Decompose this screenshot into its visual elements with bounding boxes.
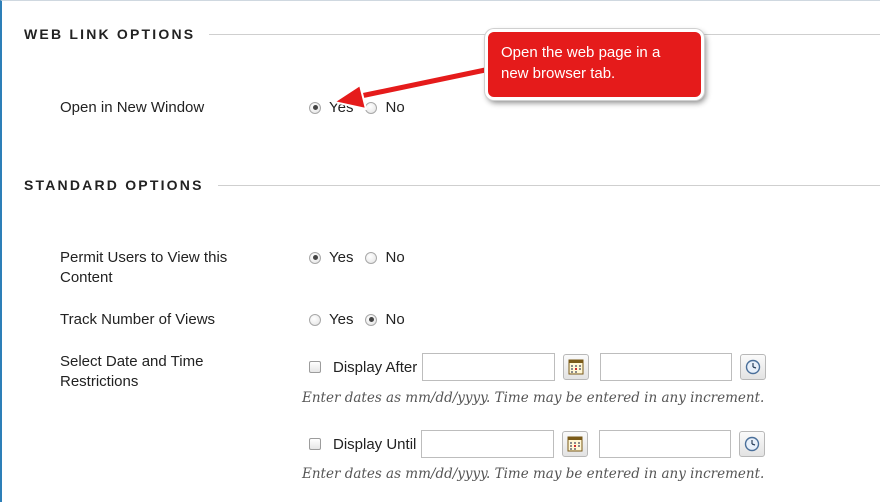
calendar-icon	[567, 436, 583, 452]
display-after-checkbox[interactable]	[309, 361, 321, 373]
display-after-date-input[interactable]	[422, 353, 556, 381]
callout-arrow	[333, 64, 495, 110]
date-format-hint: Enter dates as mm/dd/yyyy. Time may be e…	[302, 466, 765, 482]
display-after-time-input[interactable]	[600, 353, 733, 381]
display-after-label[interactable]: Display After	[333, 359, 417, 376]
track-views-yes-radio[interactable]	[309, 313, 321, 326]
section-divider	[217, 184, 880, 186]
section-title: STANDARD OPTIONS	[24, 177, 204, 193]
track-views-no-radio[interactable]	[365, 313, 378, 326]
clock-icon	[745, 436, 760, 452]
date-restrictions-label: Select Date and Time Restrictions	[60, 353, 204, 390]
display-after-calendar-button[interactable]	[563, 354, 590, 380]
track-views-options: Yes No	[309, 311, 417, 328]
clock-icon	[746, 359, 761, 375]
annotation-callout: Open the web page in a new browser tab.	[485, 29, 704, 100]
radio-label-no[interactable]: No	[385, 249, 404, 266]
display-until-date-input[interactable]	[421, 430, 555, 458]
display-until-label[interactable]: Display Until	[333, 436, 416, 453]
permit-view-no-radio[interactable]	[365, 251, 378, 264]
permit-view-label: Permit Users to View this Content	[60, 249, 228, 286]
display-until-checkbox[interactable]	[309, 438, 321, 450]
date-format-hint: Enter dates as mm/dd/yyyy. Time may be e…	[302, 390, 765, 406]
track-views-label: Track Number of Views	[60, 311, 216, 328]
display-until-row: Display Until	[309, 430, 766, 458]
display-until-time-input[interactable]	[599, 430, 732, 458]
display-until-calendar-button[interactable]	[562, 431, 589, 457]
calendar-icon	[568, 359, 584, 375]
web-link-options-header: WEB LINK OPTIONS	[24, 26, 880, 42]
display-until-clock-button[interactable]	[739, 431, 766, 457]
radio-label-yes[interactable]: Yes	[329, 311, 353, 328]
section-title: WEB LINK OPTIONS	[24, 26, 196, 42]
permit-view-yes-radio[interactable]	[309, 251, 321, 264]
open-new-window-label: Open in New Window	[60, 99, 205, 116]
standard-options-header: STANDARD OPTIONS	[24, 177, 880, 193]
radio-label-no[interactable]: No	[385, 311, 404, 328]
display-after-clock-button[interactable]	[740, 354, 767, 380]
permit-view-options: Yes No	[309, 249, 417, 266]
radio-label-yes[interactable]: Yes	[329, 249, 353, 266]
display-after-row: Display After	[309, 353, 767, 381]
open-new-window-yes-radio[interactable]	[309, 101, 321, 114]
